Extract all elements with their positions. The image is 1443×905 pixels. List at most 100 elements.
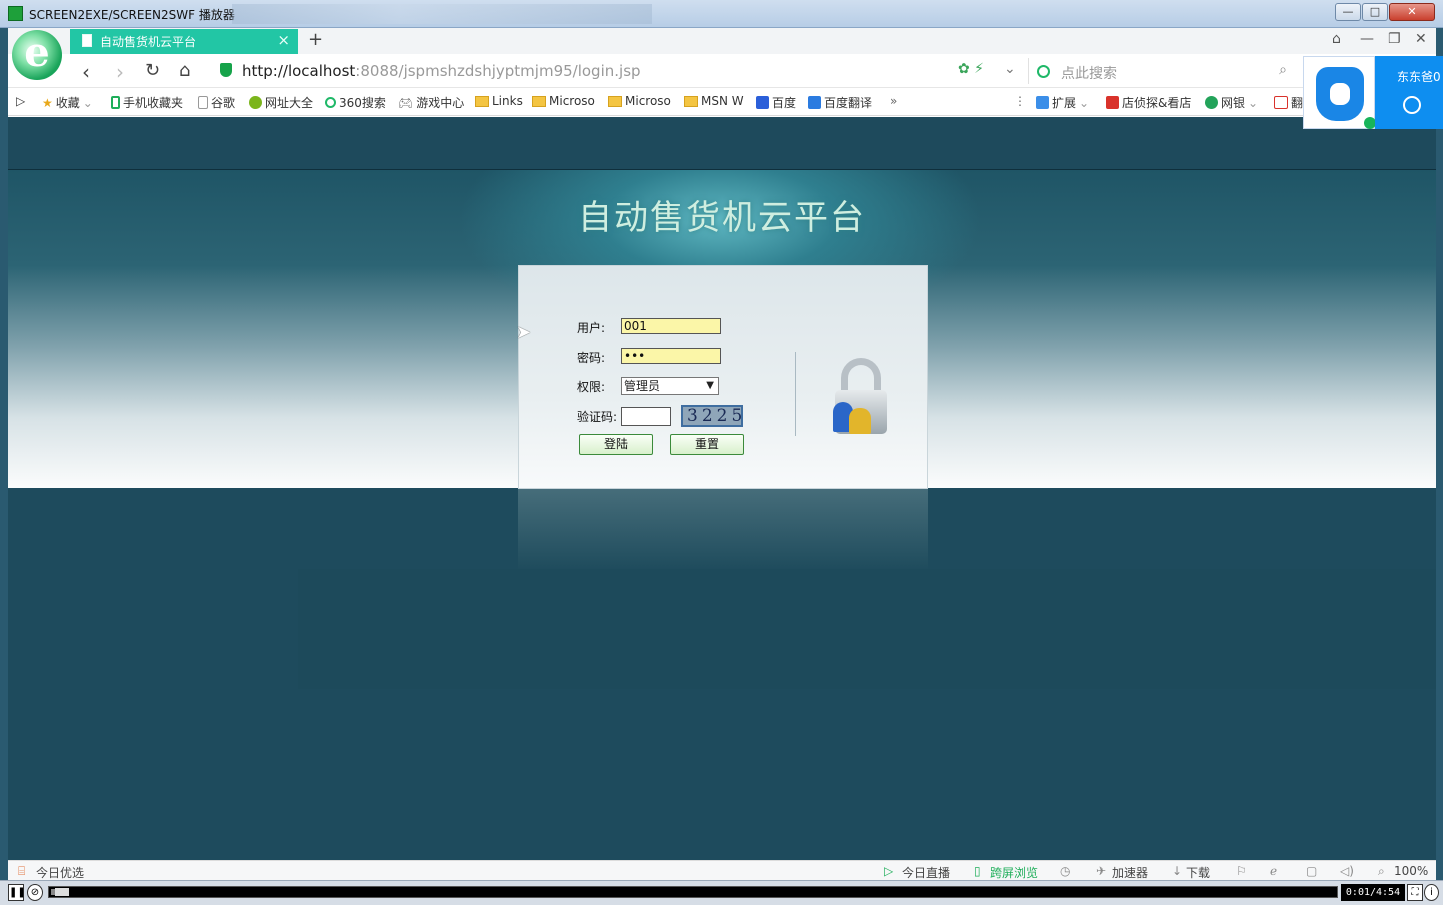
role-select[interactable]: 管理员 ▼ <box>621 377 719 395</box>
new-tab-button[interactable]: + <box>308 29 323 50</box>
volume-icon[interactable]: ◁) <box>1340 864 1354 878</box>
username-label: 用户: <box>577 321 606 335</box>
ie-icon[interactable]: ℯ <box>1270 864 1277 878</box>
info-icon[interactable]: i <box>1424 884 1439 901</box>
captcha-input[interactable] <box>621 407 671 426</box>
captcha-image[interactable]: 3225 <box>681 405 743 427</box>
tab-active[interactable]: 自动售货机云平台 × <box>70 29 298 54</box>
minimize-button[interactable]: — <box>1335 3 1361 21</box>
accelerator-link[interactable]: 加速器 <box>1112 864 1148 881</box>
zoom-icon: ⌕ <box>1378 864 1385 878</box>
bookmark-favorites[interactable]: ★ 收藏 ⌄ <box>42 94 93 111</box>
login-form: 用户: 001 密码: ••• 权限: 管理员 ▼ 验证码: 3225 登陆 重… <box>518 265 928 489</box>
fullscreen-icon[interactable]: ⛶ <box>1407 884 1423 901</box>
bookmark-microsoft-1[interactable]: Microso <box>532 94 595 108</box>
baidu-icon <box>756 96 769 109</box>
star-icon: ★ <box>42 95 53 110</box>
tab-close-icon[interactable]: × <box>277 31 290 49</box>
role-label: 权限: <box>577 380 606 394</box>
restore-browser-icon[interactable]: ❐ <box>1388 31 1401 47</box>
zoom-level[interactable]: 100% <box>1394 864 1428 878</box>
online-bank-button[interactable]: 网银 ⌄ <box>1205 94 1258 111</box>
rocket-icon: ✈ <box>1096 864 1107 878</box>
login-button[interactable]: 登陆 <box>579 434 653 455</box>
bookmark-baidu[interactable]: 百度 <box>756 94 796 111</box>
password-input[interactable]: ••• <box>621 348 721 364</box>
notification-popup[interactable]: 东东爸0 <box>1303 56 1443 129</box>
bookmark-mobile[interactable]: 手机收藏夹 <box>111 94 183 111</box>
gamepad-icon: 🎮︎ <box>398 95 414 110</box>
minimize-browser-icon[interactable]: — <box>1360 31 1374 47</box>
search-icon[interactable]: ⌕ <box>1279 62 1287 78</box>
pause-icon[interactable]: ❚❚ <box>8 884 26 901</box>
bookmark-microsoft-2[interactable]: Microso <box>608 94 671 108</box>
reset-button[interactable]: 重置 <box>670 434 744 455</box>
bookmark-google[interactable]: 谷歌 <box>198 94 235 111</box>
shop-detective-button[interactable]: 店侦探&看店 <box>1106 94 1191 111</box>
bookmark-360search[interactable]: 360搜索 <box>325 94 386 111</box>
flag-icon[interactable]: ⚐ <box>1236 864 1247 878</box>
url-host: http://localhost <box>242 62 356 80</box>
search-placeholder: 点此搜索 <box>1061 66 1117 82</box>
refresh-icon[interactable]: ↻ <box>145 60 160 81</box>
browser-logo-icon[interactable]: e <box>12 30 62 80</box>
back-icon[interactable]: ‹ <box>82 60 90 84</box>
cow-mascot-icon <box>1316 67 1364 121</box>
history-icon[interactable]: ◷ <box>1060 864 1070 878</box>
lock-users-icon <box>833 358 893 436</box>
username-input[interactable]: 001 <box>621 318 721 334</box>
bookmark-links[interactable]: Links <box>475 94 523 108</box>
progress-track[interactable] <box>48 886 1338 898</box>
search-box[interactable]: 点此搜索 ⌕ <box>1028 58 1293 84</box>
tab-title: 自动售货机云平台 <box>100 35 197 49</box>
more-bookmarks-button[interactable]: » <box>890 94 897 108</box>
translate-icon <box>808 96 821 109</box>
more-vertical-icon[interactable]: ⋮ <box>1014 94 1026 108</box>
today-picks-link[interactable]: 今日优选 <box>36 864 84 881</box>
mascot-avatar <box>1303 56 1376 129</box>
player-controls: ❚❚ ⊘ 0:01/4:54 ⛶ i <box>0 880 1443 905</box>
bookmarks-bar: ▷ ★ 收藏 ⌄ 手机收藏夹 谷歌 网址大全 360搜索 🎮︎ 游戏中心 Links … <box>8 88 1436 116</box>
extensions-button[interactable]: 扩展 ⌄ <box>1036 94 1089 111</box>
home-icon[interactable]: ⌂ <box>179 60 190 81</box>
dropdown-chevron-icon[interactable]: ⌄ <box>1004 61 1016 77</box>
login-reflection <box>518 489 928 569</box>
shirt-skin-icon[interactable]: ⌂ <box>1332 31 1341 47</box>
live-link[interactable]: 今日直播 <box>902 864 950 881</box>
tab-bar: e 自动售货机云平台 × + ⌂ — ❐ ✕ <box>8 28 1436 80</box>
forward-icon[interactable]: › <box>116 60 124 84</box>
background-tabs <box>232 4 652 24</box>
download-icon: ↓ <box>1172 864 1183 878</box>
bookmark-baidu-translate[interactable]: 百度翻译 <box>808 94 872 111</box>
close-browser-icon[interactable]: ✕ <box>1415 31 1427 47</box>
bookmark-msn[interactable]: MSN W <box>684 94 744 108</box>
phone-icon <box>111 96 120 109</box>
notification-panel[interactable]: 东东爸0 <box>1375 56 1443 129</box>
playback-time: 0:01/4:54 <box>1341 884 1405 901</box>
page-lower-band <box>298 569 1436 689</box>
speed-mode-icon[interactable]: ✿ ⚡ <box>958 61 984 77</box>
mouse-cursor-icon: ➤ <box>516 322 532 343</box>
app-icon <box>8 6 23 21</box>
progress-thumb[interactable] <box>55 888 69 896</box>
smile-icon[interactable] <box>1403 96 1421 114</box>
form-divider <box>795 352 796 436</box>
downloads-link[interactable]: 下载 <box>1186 864 1210 881</box>
url-path: :8088/jspmshzdshjyptmjm95/login.jsp <box>355 62 641 80</box>
cross-screen-link[interactable]: 跨屏浏览 <box>990 864 1038 881</box>
adblock-button[interactable]: 翻 <box>1274 94 1303 111</box>
maximize-button[interactable]: □ <box>1362 3 1388 21</box>
security-shield-icon[interactable] <box>220 63 232 77</box>
sidebar-toggle-icon[interactable]: ▷ <box>16 94 25 108</box>
document-icon <box>82 34 92 47</box>
bookmark-hao360[interactable]: 网址大全 <box>249 94 313 111</box>
stop-icon[interactable]: ⊘ <box>27 884 43 901</box>
url-field[interactable]: http://localhost:8088/jspmshzdshjyptmjm9… <box>242 62 641 80</box>
captcha-label: 验证码: <box>577 410 618 424</box>
folder-icon <box>684 95 698 107</box>
status-bar: ⌸ 今日优选 ▷ 今日直播 ▯ 跨屏浏览 ◷ ✈ 加速器 ↓ 下载 ⚐ ℯ ▢ … <box>8 860 1436 880</box>
bookmark-games[interactable]: 🎮︎ 游戏中心 <box>398 94 464 111</box>
window-icon[interactable]: ▢ <box>1306 864 1317 878</box>
window-title: SCREEN2EXE/SCREEN2SWF 播放器 <box>29 8 235 22</box>
close-button[interactable]: ✕ <box>1389 3 1435 21</box>
